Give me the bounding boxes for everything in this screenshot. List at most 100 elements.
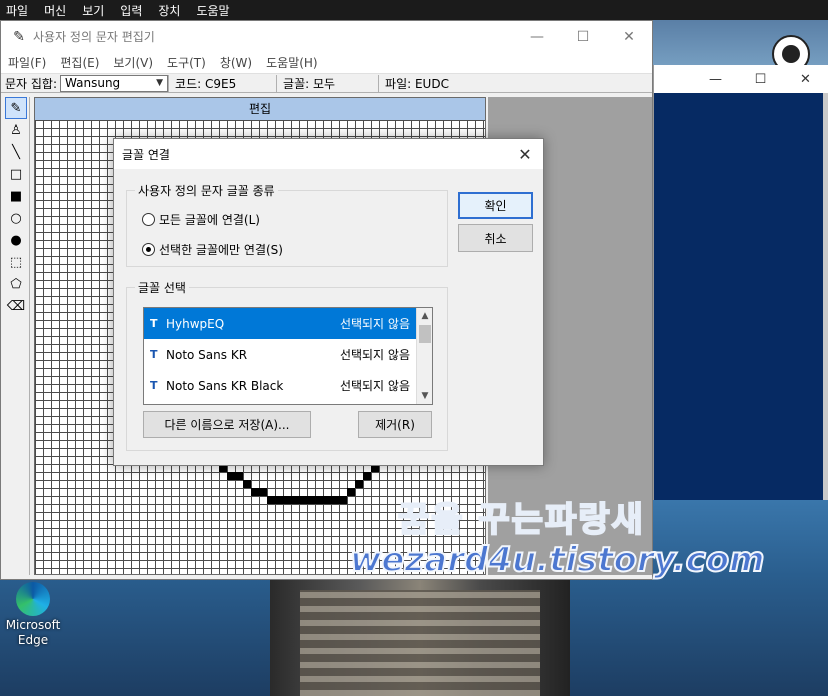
edit-pencil-icon: ✎ bbox=[13, 28, 25, 45]
editor-menubar: 파일(F) 편집(E) 보기(V) 도구(T) 창(W) 도움말(H) bbox=[1, 52, 652, 74]
glyph-pixel bbox=[299, 496, 307, 504]
grid-header: 편집 bbox=[35, 98, 485, 120]
glyph-pixel bbox=[283, 496, 291, 504]
font-select-group-label: 글꼴 선택 bbox=[135, 279, 189, 296]
glyph-pixel bbox=[355, 480, 363, 488]
glyph-pixel bbox=[291, 496, 299, 504]
radio-off-icon bbox=[142, 213, 155, 226]
scroll-down-icon[interactable]: ▼ bbox=[417, 388, 432, 404]
link-selected-font-radio[interactable]: 선택한 글꼴에만 연결(S) bbox=[142, 241, 283, 258]
background-window: — ☐ ✕ bbox=[653, 65, 828, 500]
editor-title: 사용자 정의 문자 편집기 bbox=[33, 30, 155, 44]
dialog-titlebar: 글꼴 연결 ✕ bbox=[114, 139, 543, 169]
truetype-font-icon: T bbox=[150, 317, 158, 330]
font-link-dialog: 글꼴 연결 ✕ 사용자 정의 문자 글꼴 종류 모든 글꼴에 연결(L) 선택한… bbox=[113, 138, 544, 466]
desktop-dock-planks bbox=[300, 590, 540, 696]
glyph-pixel bbox=[275, 496, 283, 504]
file-display: 파일: EUDC bbox=[378, 74, 478, 92]
glyph-pixel bbox=[243, 480, 251, 488]
glyph-pixel bbox=[259, 488, 267, 496]
background-maximize-button[interactable]: ☐ bbox=[738, 72, 783, 87]
watermark-url: wezard4u.tistory.com bbox=[349, 539, 766, 581]
glyph-pixel bbox=[251, 488, 259, 496]
font-status: 선택되지 않음 bbox=[339, 379, 410, 393]
vm-menu-help[interactable]: 도움말 bbox=[190, 2, 235, 19]
toolbox: ✎ ♙ ╲ □ ■ ○ ● ⬚ ⬠ ⌫ bbox=[3, 97, 30, 575]
desktop-icon-edge[interactable]: Microsoft Edge bbox=[5, 582, 61, 648]
menu-edit[interactable]: 편집(E) bbox=[53, 54, 106, 71]
minimize-button[interactable]: — bbox=[514, 29, 560, 45]
close-button[interactable]: ✕ bbox=[606, 29, 652, 45]
font-name: Noto Sans KR Black bbox=[166, 378, 284, 393]
font-status: 선택되지 않음 bbox=[339, 317, 410, 331]
vm-menu-machine[interactable]: 머신 bbox=[38, 2, 72, 19]
vm-menu-devices[interactable]: 장치 bbox=[152, 2, 186, 19]
background-window-scrollbar[interactable] bbox=[823, 93, 828, 500]
edge-label-line1: Microsoft bbox=[5, 618, 61, 632]
glyph-pixel bbox=[347, 488, 355, 496]
line-tool-icon[interactable]: ╲ bbox=[5, 141, 27, 163]
font-name: Noto Sans KR bbox=[166, 347, 248, 362]
truetype-font-icon: T bbox=[150, 348, 158, 361]
font-list-item[interactable]: T Noto Sans KR Black 선택되지 않음 bbox=[144, 370, 432, 401]
font-type-group-label: 사용자 정의 문자 글꼴 종류 bbox=[135, 182, 278, 199]
editor-titlebar: ✎ 사용자 정의 문자 편집기 — ☐ ✕ bbox=[1, 21, 652, 52]
maximize-button[interactable]: ☐ bbox=[560, 29, 606, 45]
glyph-pixel bbox=[363, 472, 371, 480]
remove-button[interactable]: 제거(R) bbox=[358, 411, 432, 438]
dialog-close-icon[interactable]: ✕ bbox=[515, 145, 535, 164]
vm-menu-input[interactable]: 입력 bbox=[114, 2, 148, 19]
ok-button[interactable]: 확인 bbox=[458, 192, 533, 219]
glyph-pixel bbox=[315, 496, 323, 504]
font-listbox[interactable]: T HyhwpEQ 선택되지 않음 T Noto Sans KR 선택되지 않음… bbox=[143, 307, 433, 405]
vm-menubar: 파일 머신 보기 입력 장치 도움말 bbox=[0, 0, 828, 20]
glyph-pixel bbox=[267, 496, 275, 504]
editor-infobar: 문자 집합: Wansung ▼ 코드: C9E5 글꼴: 모두 파일: EUD… bbox=[1, 74, 652, 93]
glyph-pixel bbox=[307, 496, 315, 504]
background-window-titlebar: — ☐ ✕ bbox=[654, 65, 828, 93]
hollow-ellipse-tool-icon[interactable]: ○ bbox=[5, 207, 27, 229]
menu-window[interactable]: 창(W) bbox=[213, 54, 259, 71]
cancel-button[interactable]: 취소 bbox=[458, 224, 533, 252]
menu-view[interactable]: 보기(V) bbox=[106, 54, 160, 71]
watermark-title: 꿈을 꾸는파랑새 bbox=[397, 499, 645, 541]
glyph-pixel bbox=[323, 496, 331, 504]
scroll-up-icon[interactable]: ▲ bbox=[417, 308, 432, 324]
menu-help[interactable]: 도움말(H) bbox=[259, 54, 325, 71]
font-status: 선택되지 않음 bbox=[339, 348, 410, 362]
edge-label-line2: Edge bbox=[17, 633, 49, 647]
font-list-item[interactable]: T Noto Sans KR 선택되지 않음 bbox=[144, 339, 432, 370]
pencil-tool-icon[interactable]: ✎ bbox=[5, 97, 27, 119]
radio-on-icon bbox=[142, 243, 155, 256]
glyph-pixel bbox=[235, 472, 243, 480]
font-name: HyhwpEQ bbox=[166, 316, 225, 331]
dialog-title: 글꼴 연결 bbox=[122, 147, 170, 162]
freeform-select-tool-icon[interactable]: ⬠ bbox=[5, 273, 27, 295]
brush-tool-icon[interactable]: ♙ bbox=[5, 119, 27, 141]
link-all-fonts-radio[interactable]: 모든 글꼴에 연결(L) bbox=[142, 211, 260, 228]
background-minimize-button[interactable]: — bbox=[693, 72, 738, 87]
edge-icon bbox=[16, 582, 50, 616]
font-list-item[interactable]: T HyhwpEQ 선택되지 않음 bbox=[144, 308, 432, 339]
background-window-content bbox=[654, 93, 828, 500]
filled-ellipse-tool-icon[interactable]: ● bbox=[5, 229, 27, 251]
scroll-thumb[interactable] bbox=[419, 325, 431, 343]
menu-tools[interactable]: 도구(T) bbox=[160, 54, 213, 71]
code-display: 코드: C9E5 bbox=[168, 74, 276, 92]
save-as-button[interactable]: 다른 이름으로 저장(A)... bbox=[143, 411, 311, 438]
vm-menu-file[interactable]: 파일 bbox=[0, 2, 34, 19]
font-display: 글꼴: 모두 bbox=[276, 74, 378, 92]
background-close-button[interactable]: ✕ bbox=[783, 72, 828, 87]
glyph-pixel bbox=[227, 472, 235, 480]
menu-file[interactable]: 파일(F) bbox=[1, 54, 53, 71]
link-all-fonts-label: 모든 글꼴에 연결(L) bbox=[159, 213, 260, 227]
font-list-scrollbar[interactable]: ▲ ▼ bbox=[416, 308, 432, 404]
chevron-down-icon: ▼ bbox=[156, 78, 164, 88]
filled-rectangle-tool-icon[interactable]: ■ bbox=[5, 185, 27, 207]
vm-menu-view[interactable]: 보기 bbox=[76, 2, 110, 19]
charset-select[interactable]: Wansung ▼ bbox=[60, 74, 169, 92]
eraser-tool-icon[interactable]: ⌫ bbox=[5, 295, 27, 317]
rectangle-select-tool-icon[interactable]: ⬚ bbox=[5, 251, 27, 273]
hollow-rectangle-tool-icon[interactable]: □ bbox=[5, 163, 27, 185]
glyph-pixel bbox=[331, 496, 339, 504]
